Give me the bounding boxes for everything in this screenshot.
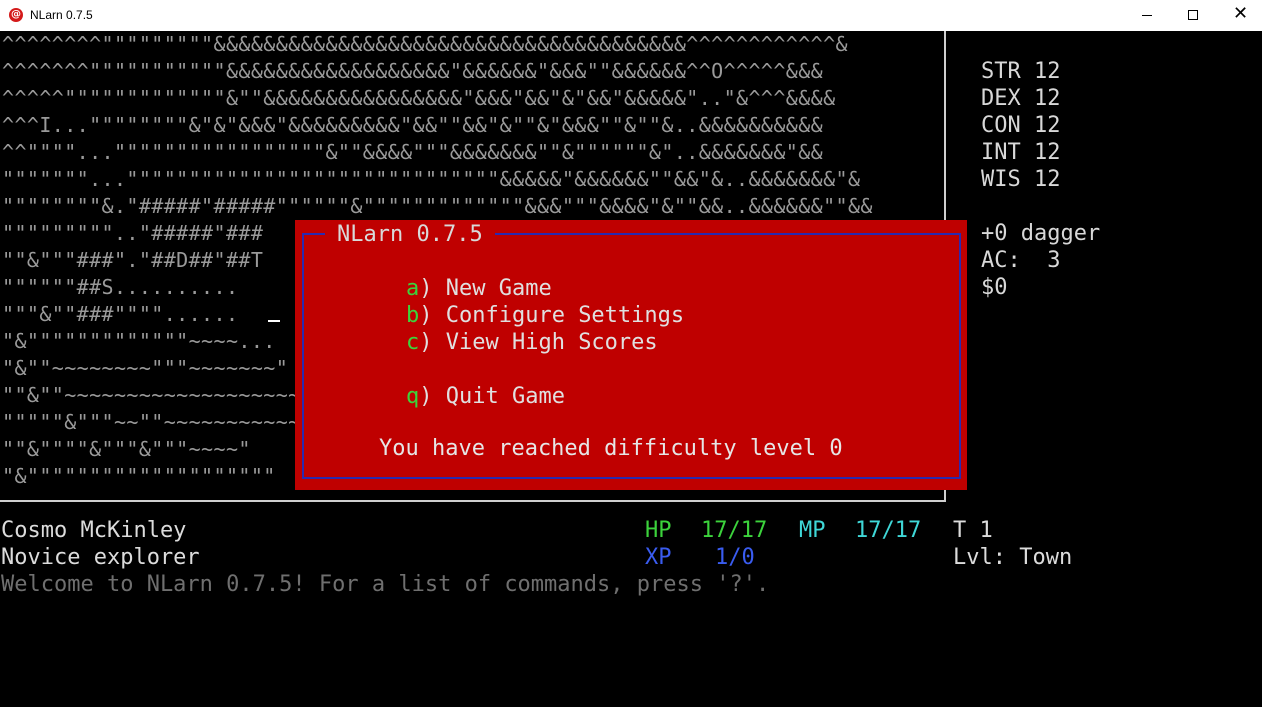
minimize-icon (1142, 15, 1152, 16)
menu-item-new-game[interactable]: a) New Game (406, 275, 552, 302)
menu-key: c (406, 330, 420, 355)
player-rank: Novice explorer (1, 545, 200, 570)
xp-label: XP (645, 545, 672, 570)
map-row: """"""""&."#####"#####""""""&"""""""""""… (2, 194, 873, 218)
hp-label: HP (645, 518, 672, 543)
menu-item-configure-settings[interactable]: b) Configure Settings (406, 302, 684, 329)
map-row: ""&""""&"""&"""~~~~" (2, 437, 251, 461)
player-name: Cosmo McKinley (1, 518, 187, 543)
level-indicator: Lvl: Town (953, 545, 1073, 570)
game-window: @ NLarn 0.7.5 ✕ ^^^^^^^^"""""""""&&&&&&&… (0, 0, 1262, 707)
menu-label: ) Quit Game (419, 384, 565, 409)
xp-value: 1/0 (715, 545, 755, 570)
map-row: "&"""""""""""""~~~~... (2, 329, 276, 353)
stat-weapon: +0 dagger (981, 221, 1101, 246)
main-menu-dialog: NLarn 0.7.5 a) New Game b) Configure Set… (295, 220, 967, 490)
close-icon: ✕ (1233, 3, 1249, 24)
map-row: ^^""""..."""""""""""""""""&""&&&&"""&&&&… (2, 140, 824, 164)
message-log: Welcome to NLarn 0.7.5! For a list of co… (1, 572, 770, 597)
stat-str: STR 12 (981, 59, 1061, 84)
map-row: """&""###""""...... (2, 302, 239, 326)
map-row: ""&""~~~~~~~~~~~~~~~~~~~ (2, 383, 301, 407)
stat-wis: WIS 12 (981, 167, 1061, 192)
map-row: ^^^^^"""""""""""""&""&&&&&&&&&&&&&&&&"&&… (2, 86, 836, 110)
map-row: "&""~~~~~~~~"""~~~~~~~" (2, 356, 289, 380)
hp-value: 17/17 (701, 518, 768, 543)
close-button[interactable]: ✕ (1216, 0, 1262, 31)
stat-int: INT 12 (981, 140, 1061, 165)
mp-label: MP (799, 518, 826, 543)
difficulty-message: You have reached difficulty level 0 (379, 436, 843, 461)
menu-label: ) Configure Settings (419, 303, 685, 328)
stat-gold: $0 (981, 275, 1008, 300)
stat-con: CON 12 (981, 113, 1061, 138)
menu-label: ) View High Scores (419, 330, 658, 355)
maximize-icon (1188, 10, 1198, 20)
map-row: """"""##S.......... (2, 275, 239, 299)
stat-ac: AC: 3 (981, 248, 1061, 273)
app-icon: @ (9, 8, 23, 22)
menu-key: q (406, 384, 420, 409)
map-row: ""&"""###"."##D##"##T (2, 248, 264, 272)
map-row: ^^^^^^^^"""""""""&&&&&&&&&&&&&&&&&&&&&&&… (2, 32, 848, 56)
maximize-button[interactable] (1170, 0, 1216, 31)
map-row: ^^^I...""""""""&"&"&&&"&&&&&&&&&"&&""&&"… (2, 113, 824, 137)
menu-item-high-scores[interactable]: c) View High Scores (406, 329, 658, 356)
menu-label: ) New Game (419, 276, 552, 301)
menu-item-quit-game[interactable]: q) Quit Game (406, 383, 565, 410)
minimize-button[interactable] (1124, 0, 1170, 31)
terminal[interactable]: ^^^^^^^^"""""""""&&&&&&&&&&&&&&&&&&&&&&&… (0, 31, 1262, 707)
map-row: """""""...""""""""""""""""""""""""""""""… (2, 167, 861, 191)
dialog-title: NLarn 0.7.5 (325, 221, 495, 248)
window-title: NLarn 0.7.5 (30, 8, 93, 22)
menu-key: b (406, 303, 420, 328)
map-row: "&"""""""""""""""""""" (2, 464, 276, 488)
menu-key: a (406, 276, 420, 301)
map-row: ^^^^^^^"""""""""""&&&&&&&&&&&&&&&&&&"&&&… (2, 59, 824, 83)
title-bar: @ NLarn 0.7.5 ✕ (0, 0, 1262, 31)
stat-dex: DEX 12 (981, 86, 1061, 111)
map-row: """"""""".."#####"### (2, 221, 264, 245)
map-row: """""&"""~~""~~~~~~~~~~~~ (2, 410, 314, 434)
turn-counter: T 1 (953, 518, 993, 543)
player-cursor (268, 320, 280, 322)
mp-value: 17/17 (855, 518, 922, 543)
